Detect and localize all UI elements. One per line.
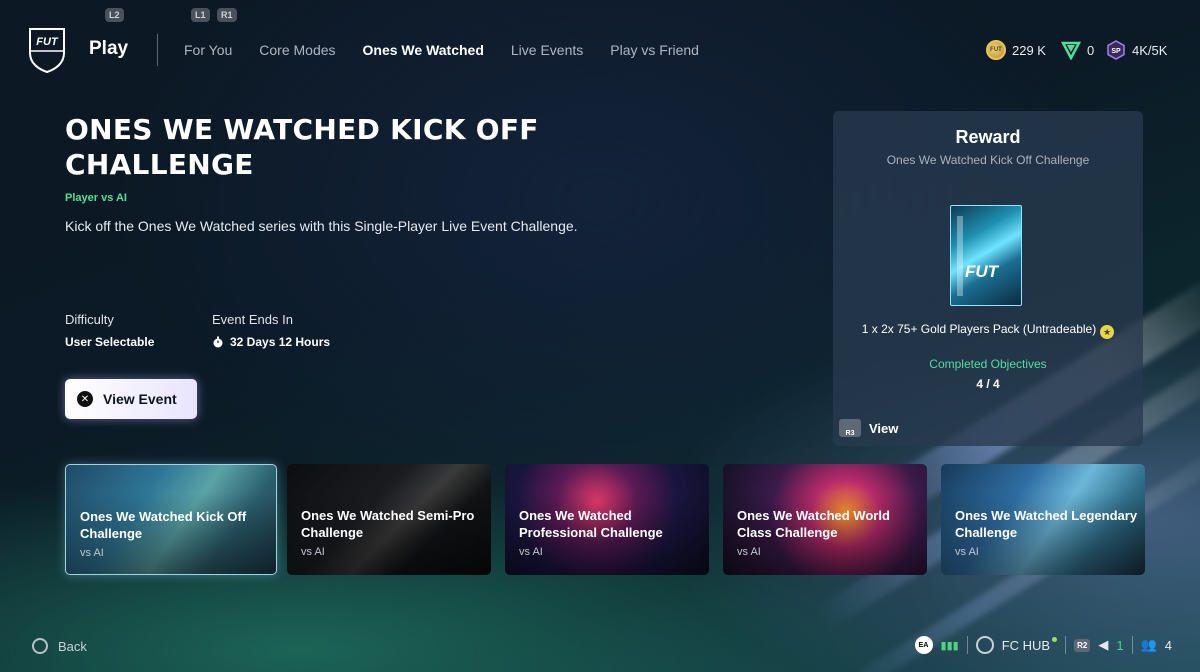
footer-divider	[1065, 636, 1067, 654]
friends-count: 4	[1164, 637, 1172, 653]
fc-points-balance: 0	[1061, 40, 1094, 60]
challenge-card-subtitle: vs AI	[301, 546, 325, 558]
online-status-dot	[1052, 636, 1058, 642]
event-ends-value: 32 Days 12 Hours	[212, 335, 330, 349]
completed-objectives-label: Completed Objectives	[929, 357, 1047, 371]
top-nav: For You Core Modes Ones We Watched Live …	[184, 42, 726, 58]
sp-icon-text: SP	[1111, 48, 1121, 55]
header-divider	[157, 34, 158, 66]
view-event-button[interactable]: ✕ View Event	[65, 379, 197, 419]
challenge-card-title: Ones We Watched Professional Challenge	[519, 508, 663, 540]
reward-view-label: View	[869, 420, 899, 436]
event-ends-text: 32 Days 12 Hours	[230, 335, 331, 349]
challenge-card-subtitle: vs AI	[737, 546, 761, 558]
reward-panel: Reward Ones We Watched Kick Off Challeng…	[833, 111, 1143, 446]
challenge-card-title: Ones We Watched Legendary Challenge	[955, 508, 1138, 540]
pack-text: FUT	[965, 262, 999, 281]
l2-button-hint: L2	[105, 8, 124, 22]
reward-pack-image: FUT	[950, 205, 1022, 306]
challenge-card-title: Ones We Watched World Class Challenge	[737, 508, 890, 540]
tab-play-vs-friend[interactable]: Play vs Friend	[610, 42, 699, 58]
coins-balance: FUT 229 K	[986, 40, 1046, 60]
season-points-icon: SP	[1107, 40, 1125, 60]
back-label: Back	[58, 638, 87, 654]
tab-live-events[interactable]: Live Events	[511, 42, 583, 58]
r1-button-hint: R1	[217, 8, 237, 22]
messages-icon: ◀	[1098, 637, 1109, 652]
completed-objectives-value: 4 / 4	[976, 377, 1000, 391]
event-ends-label: Event Ends In	[212, 312, 293, 327]
logo-text: FUT	[36, 36, 59, 48]
challenge-card-kick-off[interactable]: Ones We Watched Kick Off Challenge vs AI	[65, 464, 277, 575]
challenge-card-world-class[interactable]: Ones We Watched World Class Challenge vs…	[723, 464, 927, 575]
gift-icon: ★	[1100, 325, 1115, 339]
footer-divider	[1131, 636, 1133, 654]
footer-divider	[966, 636, 968, 654]
event-description: Kick off the Ones We Watched series with…	[65, 218, 578, 234]
messages-count: 1	[1116, 637, 1124, 653]
reward-title: Reward	[955, 127, 1021, 147]
cross-button-icon: ✕	[77, 391, 93, 407]
reward-subtitle: Ones We Watched Kick Off Challenge	[886, 153, 1090, 167]
season-points-value: 4K/5K	[1132, 42, 1168, 58]
event-mode-tag: Player vs AI	[65, 192, 127, 204]
view-event-label: View Event	[103, 391, 177, 407]
reward-view-button[interactable]: R3 View	[839, 419, 898, 437]
footer-status-bar: EA ▮▮▮ FC HUB R2 ◀ 1 👥 4	[914, 636, 1172, 654]
tab-ones-we-watched[interactable]: Ones We Watched	[363, 42, 484, 58]
fc-points-value: 0	[1087, 42, 1095, 58]
fc-hub-label[interactable]: FC HUB	[1002, 638, 1050, 653]
fut-logo: FUT	[28, 27, 66, 74]
challenge-card-subtitle: vs AI	[80, 547, 104, 559]
season-points-balance: SP 4K/5K	[1106, 40, 1167, 60]
l1-button-hint: L1	[191, 8, 210, 22]
fc-points-icon	[1061, 41, 1081, 60]
challenge-card-legendary[interactable]: Ones We Watched Legendary Challenge vs A…	[941, 464, 1145, 575]
r3-button-icon: R3	[839, 419, 861, 437]
challenge-card-professional[interactable]: Ones We Watched Professional Challenge v…	[505, 464, 709, 575]
tab-for-you[interactable]: For You	[184, 42, 232, 58]
challenge-card-title: Ones We Watched Semi-Pro Challenge	[301, 508, 475, 540]
challenge-card-subtitle: vs AI	[519, 546, 543, 558]
circle-button-icon	[32, 638, 48, 654]
pack-stripe	[957, 216, 963, 296]
tab-core-modes[interactable]: Core Modes	[259, 42, 335, 58]
difficulty-label: Difficulty	[65, 312, 114, 327]
connection-bars-icon: ▮▮▮	[940, 639, 959, 652]
r2-button-icon: R2	[1074, 638, 1091, 652]
coin-icon: FUT	[986, 40, 1006, 60]
ea-icon: EA	[914, 636, 933, 654]
difficulty-text: User Selectable	[65, 335, 155, 349]
challenge-card-title: Ones We Watched Kick Off Challenge	[80, 509, 247, 541]
friends-icon[interactable]: 👥	[1141, 637, 1157, 653]
difficulty-value: User Selectable	[65, 335, 154, 349]
event-title: ONES WE WATCHED KICK OFF CHALLENGE	[65, 113, 539, 181]
fc-hub-icon	[975, 636, 994, 654]
challenge-card-semi-pro[interactable]: Ones We Watched Semi-Pro Challenge vs AI	[287, 464, 491, 575]
challenge-card-subtitle: vs AI	[955, 546, 979, 558]
stopwatch-icon	[213, 336, 223, 348]
section-title: Play	[89, 38, 129, 59]
reward-item: 1 x 2x 75+ Gold Players Pack (Untradeabl…	[833, 322, 1143, 339]
reward-item-text: 1 x 2x 75+ Gold Players Pack (Untradeabl…	[861, 322, 1097, 336]
coins-value: 229 K	[1012, 42, 1046, 58]
back-button[interactable]: Back	[32, 638, 87, 654]
